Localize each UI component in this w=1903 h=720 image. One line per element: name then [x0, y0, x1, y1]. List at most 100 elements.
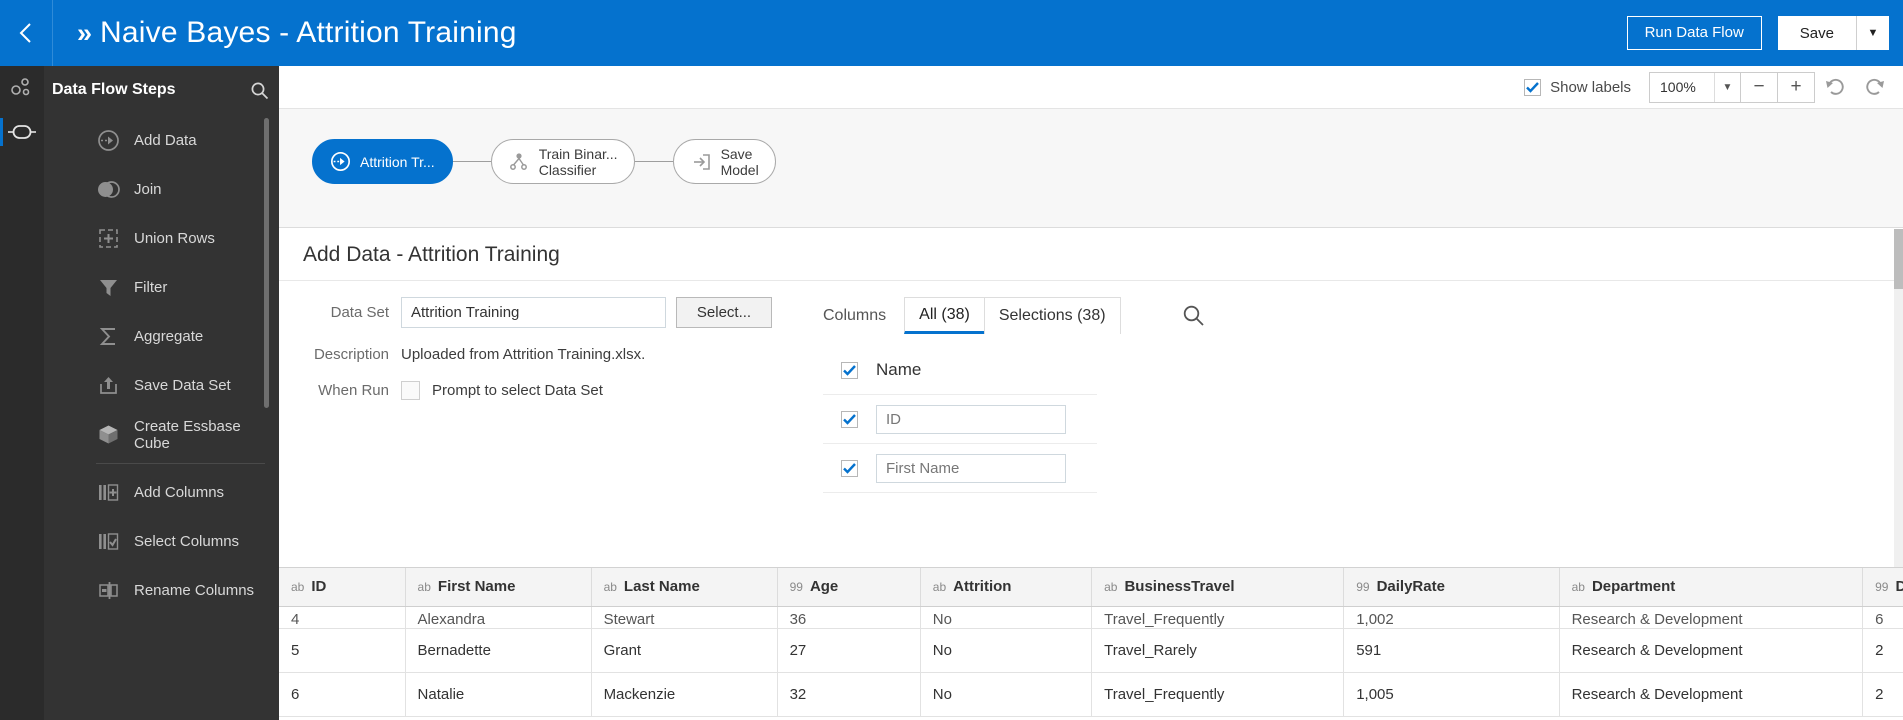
column-header-label: Last Name [623, 578, 700, 596]
data-set-input[interactable]: Attrition Training [401, 297, 666, 328]
back-button[interactable] [0, 0, 52, 66]
sidebar-item-rename-columns[interactable]: Rename Columns [44, 566, 279, 615]
tab-all-columns[interactable]: All (38) [904, 297, 985, 334]
undo-icon [1826, 78, 1844, 95]
flow-node-save-model[interactable]: Save Model [672, 139, 776, 184]
columns-search-button[interactable] [1182, 304, 1205, 327]
cell: 32 [777, 672, 921, 717]
table-row[interactable]: 6 Natalie Mackenzie 32 No Travel_Frequen… [279, 672, 1903, 717]
column-header-daily-rate[interactable]: 99 DailyRate [1343, 568, 1560, 607]
rail-item-step-shape[interactable] [0, 110, 44, 154]
column-header-last-name[interactable]: ab Last Name [591, 568, 778, 607]
column-header-department[interactable]: ab Department [1559, 568, 1864, 607]
cell: No [920, 606, 1093, 629]
show-labels-toggle[interactable]: Show labels [1524, 78, 1631, 96]
column-header-label: BusinessTravel [1124, 578, 1235, 596]
table-row[interactable]: 5 Bernadette Grant 27 No Travel_Rarely 5… [279, 628, 1903, 673]
column-header-id[interactable]: ab ID [279, 568, 406, 607]
cell: 36 [777, 606, 921, 629]
flow-connector [452, 161, 491, 162]
add-data-icon [330, 151, 351, 172]
table-header-row: ab ID ab First Name ab Last Name 99 Age ab At… [279, 568, 1903, 607]
show-labels-label: Show labels [1550, 78, 1631, 96]
sidebar-item-filter[interactable]: Filter [44, 263, 279, 312]
run-data-flow-button[interactable]: Run Data Flow [1626, 16, 1762, 50]
cell: Alexandra [405, 606, 592, 629]
join-icon [96, 178, 120, 202]
cell: 591 [1343, 628, 1560, 673]
sidebar-item-label: Select Columns [134, 533, 240, 550]
cell: 5 [279, 628, 406, 673]
column-name-input[interactable]: First Name [876, 453, 1066, 483]
rail-item-data-flow-steps[interactable] [0, 66, 44, 110]
sidebar-item-select-columns[interactable]: Select Columns [44, 517, 279, 566]
sidebar-item-aggregate[interactable]: Aggregate [44, 312, 279, 361]
sidebar-item-label: Join [134, 181, 162, 198]
rename-columns-icon [96, 579, 120, 603]
prompt-to-select-checkbox[interactable] [401, 381, 420, 400]
column-type-badge: 99 [1356, 580, 1370, 595]
column-header-first-name[interactable]: ab First Name [405, 568, 592, 607]
select-data-set-button[interactable]: Select... [676, 297, 772, 328]
flow-node-attrition-training[interactable]: Attrition Tr... [312, 139, 453, 184]
sidebar-item-union-rows[interactable]: Union Rows [44, 214, 279, 263]
redo-icon [1866, 78, 1884, 95]
column-header-distance-from[interactable]: 99 DistanceFro [1862, 568, 1903, 607]
cell: No [920, 672, 1093, 717]
sidebar-item-label: Create Essbase Cube [134, 417, 241, 452]
sidebar-item-label: Save Data Set [134, 377, 231, 394]
data-set-row: Data Set Attrition Training Select... [303, 297, 809, 328]
tab-selections[interactable]: Selections (38) [983, 297, 1121, 334]
column-header-age[interactable]: 99 Age [777, 568, 921, 607]
save-button[interactable]: Save [1777, 16, 1857, 50]
add-data-form: Data Set Attrition Training Select... De… [279, 297, 809, 493]
column-header-label: DailyRate [1376, 578, 1445, 596]
page-title: Naive Bayes - Attrition Training [100, 16, 517, 49]
redo-button[interactable] [1855, 67, 1895, 107]
sidebar-item-join[interactable]: Join [44, 165, 279, 214]
sidebar-search-button[interactable] [250, 81, 269, 100]
cell: Travel_Rarely [1091, 628, 1345, 673]
column-header-attrition[interactable]: ab Attrition [920, 568, 1093, 607]
column-type-badge: ab [417, 580, 431, 595]
zoom-out-button[interactable]: − [1740, 71, 1778, 103]
sidebar-scrollbar[interactable] [264, 118, 269, 408]
column-type-badge: 99 [1875, 580, 1889, 595]
nodes-icon [11, 78, 30, 96]
flow-node-label-wrap: Train Binar... Classifier [539, 146, 618, 178]
panel-body: Data Set Attrition Training Select... De… [279, 281, 1903, 493]
column-checkbox[interactable] [841, 361, 858, 379]
cell: 4 [279, 606, 406, 629]
zoom-in-button[interactable]: + [1777, 71, 1815, 103]
sidebar-item-add-columns[interactable]: Add Columns [44, 468, 279, 517]
cell: 1,002 [1343, 606, 1560, 629]
train-model-icon [508, 151, 530, 173]
save-dropdown-button[interactable]: ▼ [1857, 16, 1889, 50]
column-header-label: ID [311, 578, 327, 596]
table-row[interactable]: 4 Alexandra Stewart 36 No Travel_Frequen… [279, 606, 1903, 629]
sidebar-item-save-data-set[interactable]: Save Data Set [44, 361, 279, 410]
flow-node-train-binary-classifier[interactable]: Train Binar... Classifier [490, 139, 635, 184]
zoom-level-value: 100% [1660, 79, 1696, 95]
flow-node-label: Attrition Tr... [360, 153, 435, 170]
prompt-to-select-label: Prompt to select Data Set [432, 382, 603, 399]
column-header-business-travel[interactable]: ab BusinessTravel [1091, 568, 1345, 607]
show-labels-checkbox[interactable] [1524, 78, 1542, 96]
chevron-down-icon[interactable]: ▼ [1714, 72, 1740, 102]
search-icon [251, 82, 269, 99]
column-row-first-name: First Name [823, 444, 1097, 493]
cell: Bernadette [405, 628, 592, 673]
double-chevron-right-icon[interactable]: » [77, 19, 92, 47]
undo-button[interactable] [1815, 67, 1855, 107]
column-checkbox[interactable] [841, 459, 858, 477]
description-label: Description [313, 346, 389, 363]
sidebar-item-create-essbase-cube[interactable]: Create Essbase Cube [44, 410, 279, 459]
column-name-input[interactable]: ID [876, 404, 1066, 434]
panel-scrollbar-thumb[interactable] [1894, 229, 1903, 289]
save-data-set-icon [96, 374, 120, 398]
sidebar-item-add-data[interactable]: Add Data [44, 116, 279, 165]
cell: Travel_Frequently [1091, 672, 1345, 717]
zoom-level-select[interactable]: 100% ▼ [1649, 71, 1741, 103]
column-checkbox[interactable] [841, 410, 858, 428]
flow-node-label-line2: Classifier [538, 161, 597, 178]
